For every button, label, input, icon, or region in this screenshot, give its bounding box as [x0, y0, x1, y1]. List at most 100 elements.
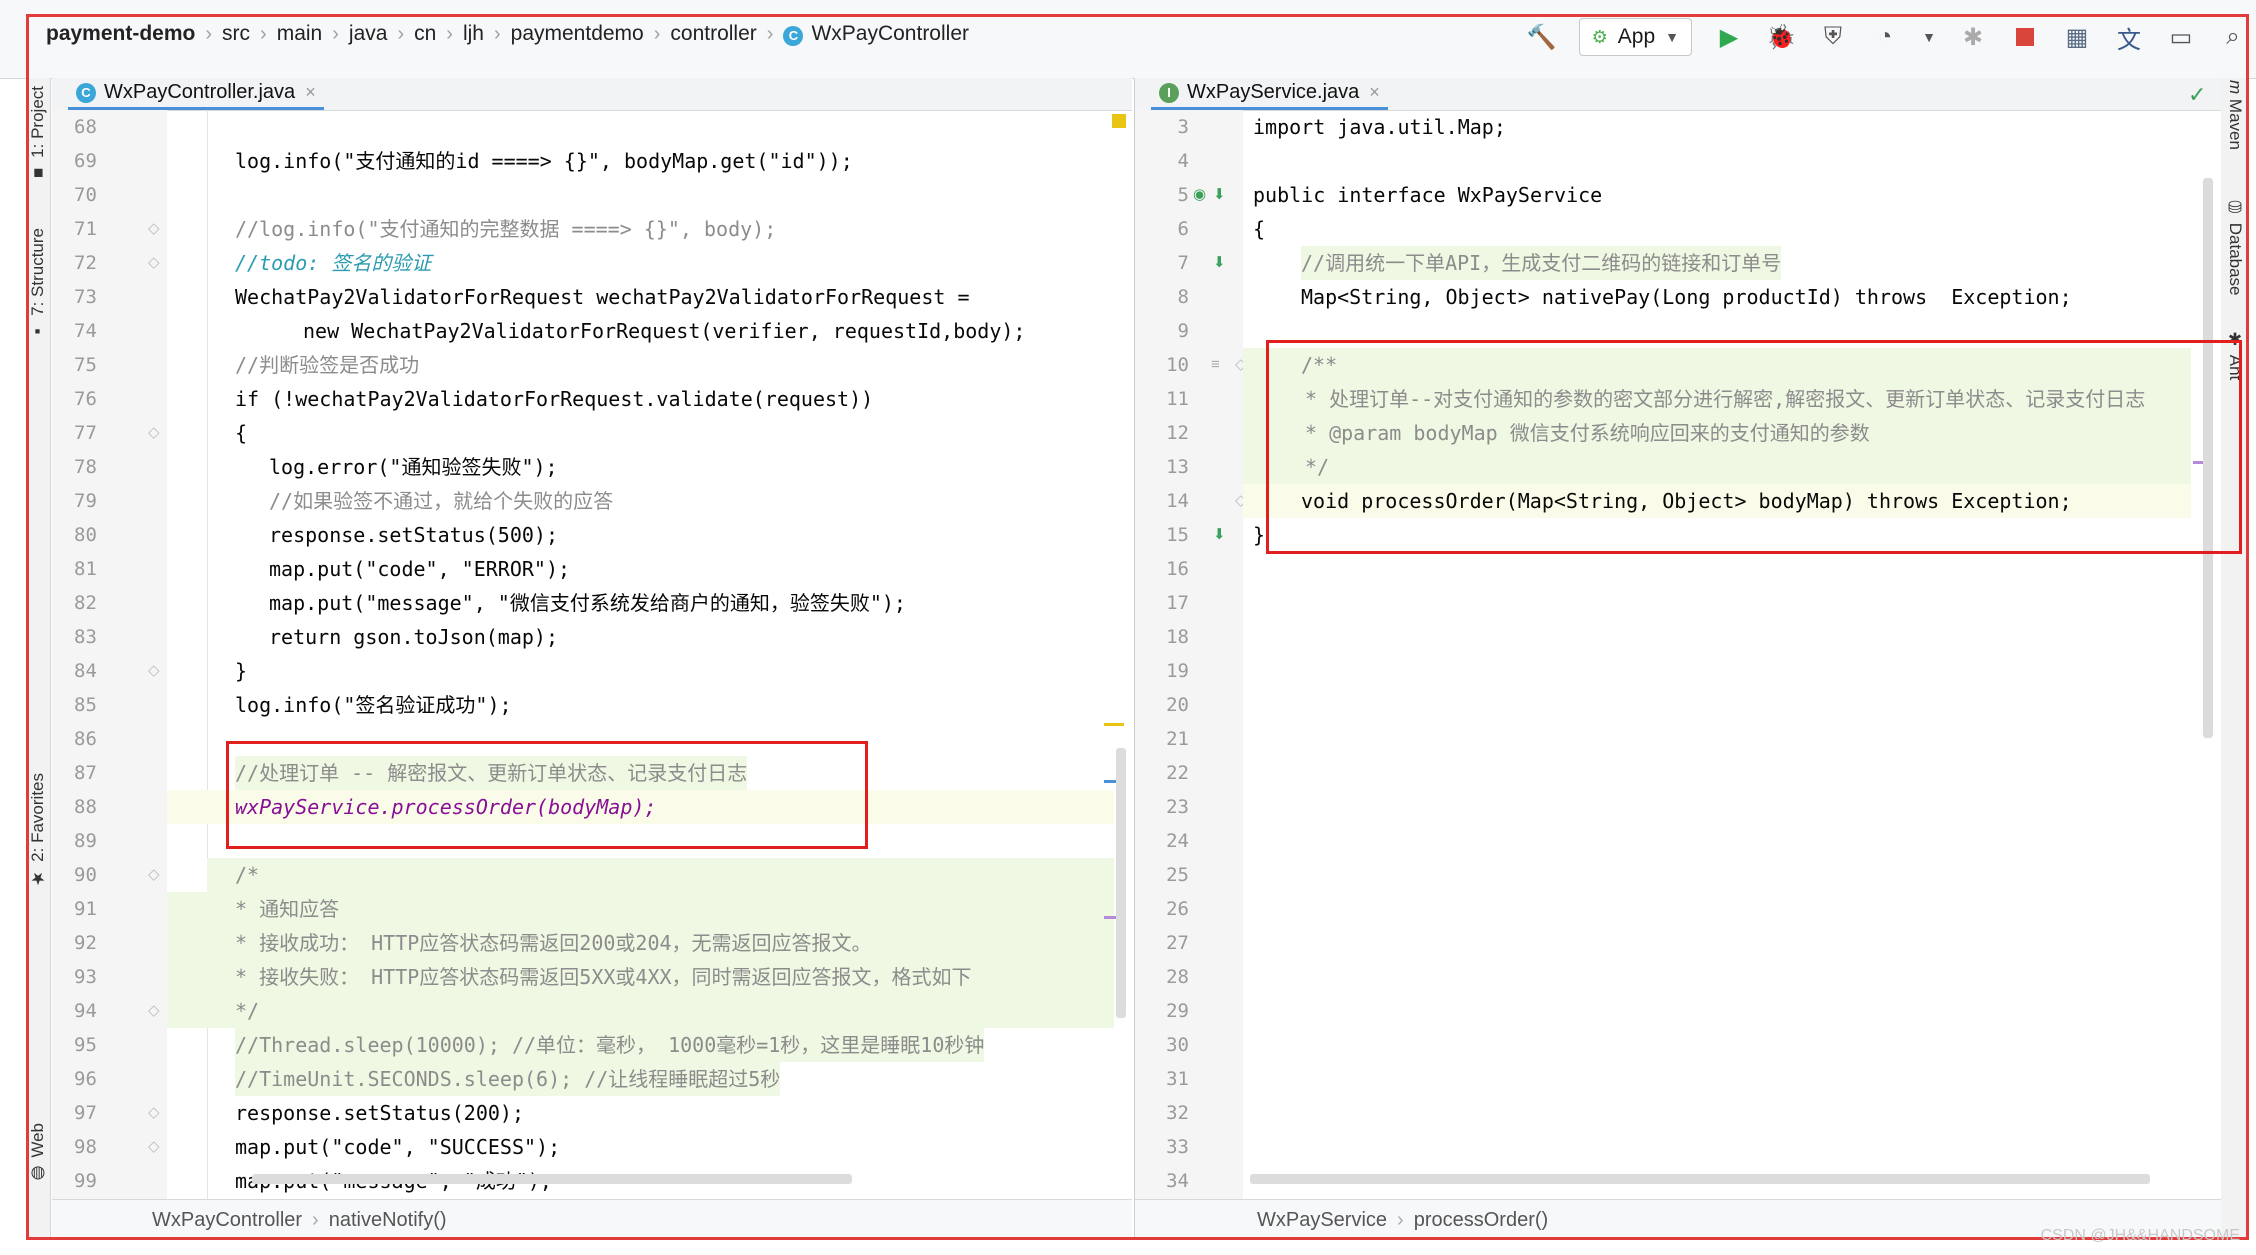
- fold-icon[interactable]: ◇: [148, 416, 160, 450]
- code-text: response.setStatus(200);: [235, 1101, 524, 1125]
- footer-method[interactable]: nativeNotify(): [329, 1209, 447, 1232]
- footer-class[interactable]: WxPayController: [152, 1209, 302, 1232]
- horizontal-scrollbar[interactable]: [252, 1174, 852, 1184]
- line-number: 92: [74, 932, 97, 954]
- javadoc-icon[interactable]: ≡: [1211, 348, 1220, 382]
- code-line: //调用统一下单API，生成支付二维码的链接和订单号: [1243, 246, 2191, 280]
- chevron-right-icon: ›: [446, 22, 453, 45]
- tab-wxpayservice[interactable]: I WxPayService.java ×: [1151, 78, 1388, 110]
- vertical-scrollbar[interactable]: [1116, 748, 1126, 1018]
- line-number: 27: [1166, 932, 1189, 954]
- folder-icon: ■: [28, 163, 48, 183]
- stop-icon[interactable]: [2010, 22, 2040, 52]
- line-number: 15: [1166, 524, 1189, 546]
- chevron-right-icon: ›: [332, 22, 339, 45]
- code-line-current: wxPayService.processOrder(bodyMap);: [167, 790, 1114, 824]
- close-icon[interactable]: ×: [305, 82, 316, 103]
- code-line: * @param bodyMap 微信支付系统响应回来的支付通知的参数: [1243, 416, 2191, 450]
- code-text: //log.info("支付通知的完整数据 ====> {}", body);: [235, 217, 777, 241]
- code-line: */: [1243, 450, 2191, 484]
- line-number: 11: [1166, 388, 1189, 410]
- right-code-area[interactable]: import java.util.Map; public interface W…: [1243, 110, 2191, 1200]
- implemented-down-icon[interactable]: ⬇: [1213, 246, 1226, 280]
- footer-class[interactable]: WxPayService: [1257, 1209, 1387, 1232]
- left-editor-pane: C WxPayController.java × 68 69 70 71 72 …: [52, 78, 1132, 1240]
- chevron-right-icon: ›: [397, 22, 405, 45]
- debug-icon[interactable]: 🐞: [1766, 22, 1796, 52]
- run-icon[interactable]: ▶: [1714, 22, 1744, 52]
- chevron-right-icon: ›: [766, 22, 774, 45]
- fold-icon[interactable]: ◇: [148, 994, 160, 1028]
- maven-tool-tab[interactable]: m Maven: [2225, 80, 2245, 150]
- breadcrumb-cn[interactable]: cn: [408, 22, 442, 46]
- fold-icon[interactable]: ◇: [148, 1130, 160, 1164]
- profile-icon[interactable]: ◔: [1870, 22, 1900, 52]
- presentation-icon[interactable]: ▭: [2166, 22, 2196, 52]
- breadcrumb-ljh[interactable]: ljh: [457, 22, 490, 46]
- line-number: 91: [74, 898, 97, 920]
- line-number: 90: [74, 864, 97, 886]
- implementations-icon[interactable]: ◉: [1193, 178, 1206, 212]
- structure-tool-tab[interactable]: ▪ 7: Structure: [28, 228, 48, 341]
- more-run-dropdown-icon[interactable]: ▼: [1922, 22, 1936, 52]
- code-text: log.info("支付通知的id ====> {}", bodyMap.get…: [235, 149, 853, 173]
- implemented-down-icon[interactable]: ⬇: [1213, 518, 1226, 552]
- project-tool-tab[interactable]: ■ 1: Project: [28, 86, 48, 183]
- breadcrumb-paymentdemo[interactable]: paymentdemo: [505, 22, 650, 46]
- code-line: * 接收失败： HTTP应答状态码需返回5XX或4XX，同时需返回应答报文，格式…: [167, 960, 1114, 994]
- code-text: if (!wechatPay2ValidatorForRequest.valid…: [235, 387, 874, 411]
- line-number: 21: [1166, 728, 1189, 750]
- coverage-icon[interactable]: ⛨: [1818, 22, 1848, 52]
- attach-icon[interactable]: ✱: [1958, 22, 1988, 52]
- breadcrumb-src[interactable]: src: [216, 22, 256, 46]
- code-text: map.put("message", "微信支付系统发给商户的通知，验签失败")…: [269, 591, 906, 615]
- code-line: map.put("message", "微信支付系统发给商户的通知，验签失败")…: [167, 586, 1114, 620]
- implemented-down-icon[interactable]: ⬇: [1213, 178, 1226, 212]
- database-tool-tab[interactable]: ⛁ Database: [2225, 198, 2245, 296]
- breadcrumb-controller[interactable]: controller: [664, 22, 762, 46]
- project-structure-icon[interactable]: ▦: [2062, 22, 2092, 52]
- tab-wxpaycontroller[interactable]: C WxPayController.java ×: [68, 78, 324, 110]
- translate-icon[interactable]: 文: [2114, 22, 2144, 54]
- breadcrumb-java[interactable]: java: [343, 22, 394, 46]
- fold-icon[interactable]: ◇: [148, 246, 160, 280]
- fold-icon[interactable]: ◇: [148, 654, 160, 688]
- fold-icon[interactable]: ◇: [148, 858, 160, 892]
- search-icon[interactable]: ⌕: [2218, 22, 2248, 52]
- fold-icon[interactable]: ◇: [148, 212, 160, 246]
- line-number: 25: [1166, 864, 1189, 886]
- line-number: 18: [1166, 626, 1189, 648]
- ant-icon: ✱: [2226, 330, 2245, 350]
- footer-method[interactable]: processOrder(): [1414, 1209, 1548, 1232]
- fold-icon[interactable]: ◇: [148, 1096, 160, 1130]
- vertical-scrollbar[interactable]: [2203, 178, 2213, 738]
- line-number: 4: [1177, 150, 1189, 172]
- build-hammer-icon[interactable]: 🔨: [1527, 22, 1557, 52]
- code-line: Map<String, Object> nativePay(Long produ…: [1243, 280, 2191, 314]
- warning-marker-icon[interactable]: [1112, 114, 1126, 128]
- interface-icon: I: [1159, 82, 1179, 103]
- run-config-icon: ⚙: [1591, 26, 1608, 47]
- breadcrumb-class[interactable]: C WxPayController: [777, 22, 975, 46]
- line-number: 8: [1177, 286, 1189, 308]
- web-tool-tab[interactable]: ◍ Web: [28, 1123, 48, 1184]
- structure-tool-label: 7: Structure: [28, 228, 47, 316]
- breadcrumb-main[interactable]: main: [271, 22, 329, 46]
- ant-tool-tab[interactable]: ✱ Ant: [2225, 330, 2245, 380]
- favorites-tool-tab[interactable]: ★ 2: Favorites: [28, 773, 48, 888]
- run-configuration-select[interactable]: ⚙ App ▼: [1578, 18, 1692, 56]
- code-text: void processOrder(Map<String, Object> bo…: [1301, 489, 2072, 513]
- close-icon[interactable]: ×: [1369, 82, 1380, 103]
- horizontal-scrollbar[interactable]: [1250, 1174, 2150, 1184]
- line-number: 87: [74, 762, 97, 784]
- code-line: response.setStatus(200);: [167, 1096, 1114, 1130]
- database-icon: ⛁: [2226, 198, 2245, 218]
- left-breadcrumb-footer: WxPayController › nativeNotify(): [52, 1199, 1132, 1240]
- line-number: 24: [1166, 830, 1189, 852]
- tab-label: WxPayController.java: [104, 81, 296, 103]
- breadcrumb-project[interactable]: payment-demo: [40, 22, 201, 46]
- left-code-area[interactable]: log.info("支付通知的id ====> {}", bodyMap.get…: [167, 110, 1114, 1200]
- class-icon: C: [783, 25, 804, 46]
- code-line: /*: [207, 858, 1114, 892]
